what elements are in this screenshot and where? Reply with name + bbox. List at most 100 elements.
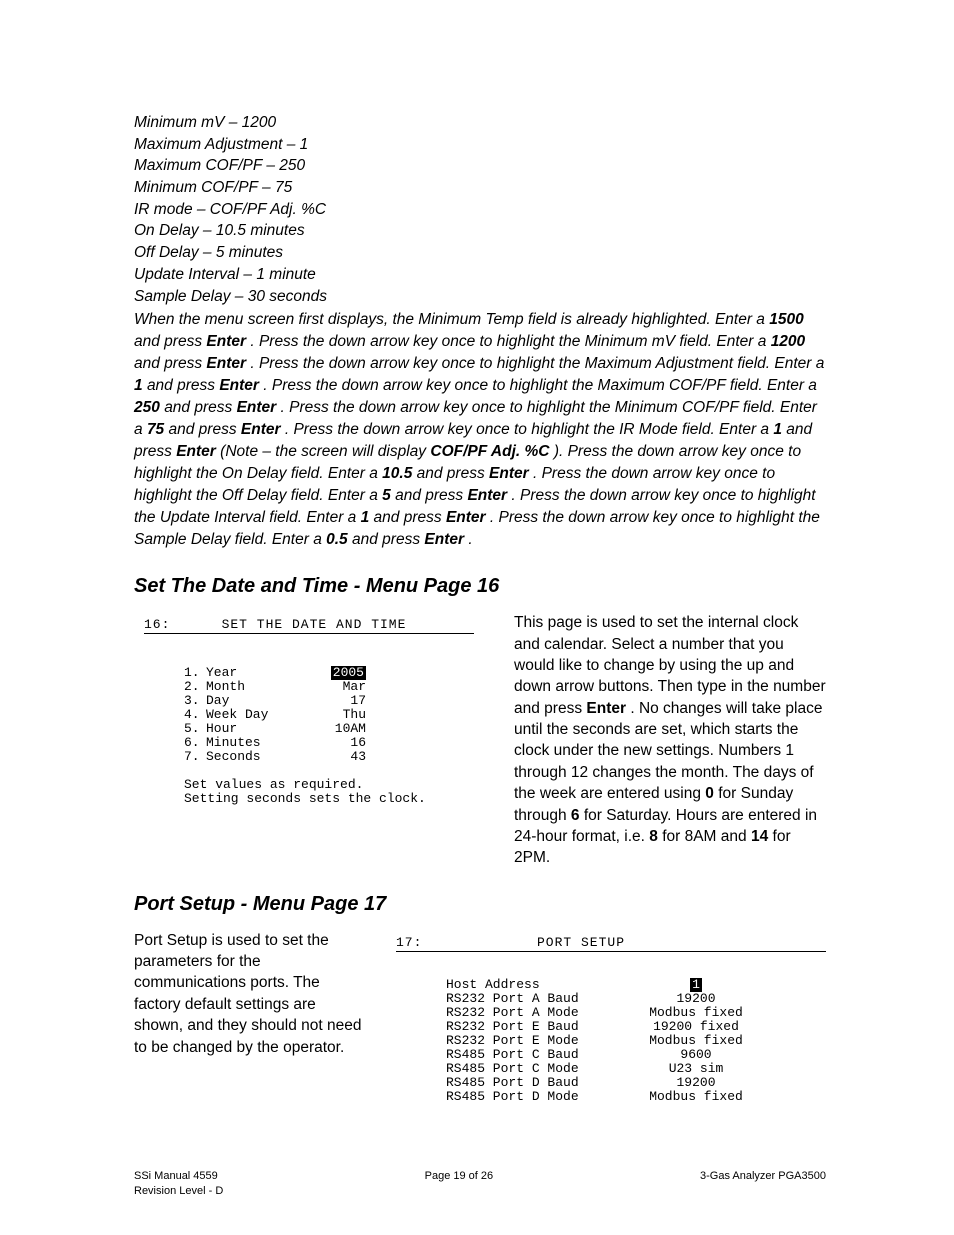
port-setup-row: Port Setup is used to set the parameters… — [134, 930, 826, 1104]
screen-body: 1.Year20052.MonthMar3.Day174.Week DayThu… — [144, 666, 474, 764]
date-time-description: This page is used to set the internal cl… — [514, 612, 826, 869]
row-label: Host Address — [446, 978, 636, 992]
row-label: RS485 Port C Baud — [446, 1048, 636, 1062]
value: 1 — [361, 509, 370, 526]
page: Minimum mV – 1200Maximum Adjustment – 1M… — [0, 0, 954, 1235]
row-value: Modbus fixed — [636, 1090, 756, 1104]
footer-revision: Revision Level - D — [134, 1184, 826, 1199]
text: and press — [164, 399, 236, 416]
row-label: Week Day — [206, 708, 311, 722]
instructions-paragraph: When the menu screen first displays, the… — [134, 309, 826, 551]
text: and press — [147, 377, 219, 394]
value: 250 — [134, 399, 160, 416]
screen-number: 16: — [144, 618, 194, 632]
bold: 14 — [751, 828, 768, 845]
screen-row: 7.Seconds43 — [184, 750, 474, 764]
screen-title: 17: PORT SETUP — [396, 936, 826, 952]
setting-line: Minimum COF/PF – 75 — [134, 177, 826, 199]
bold: Enter — [586, 700, 626, 717]
row-value: 10AM — [311, 722, 366, 736]
row-label: Day — [206, 694, 311, 708]
row-value: Thu — [311, 708, 366, 722]
screen-foot-line: Setting seconds sets the clock. — [184, 792, 474, 806]
value: COF/PF Adj. %C — [430, 443, 549, 460]
setting-line: Maximum Adjustment – 1 — [134, 134, 826, 156]
enter-key: Enter — [206, 355, 246, 372]
screen-row: 5.Hour10AM — [184, 722, 474, 736]
screen-row: RS232 Port A ModeModbus fixed — [446, 1006, 826, 1020]
row-number: 3. — [184, 694, 206, 708]
value: 1 — [773, 421, 782, 438]
text: and press — [374, 509, 446, 526]
setting-line: Off Delay – 5 minutes — [134, 242, 826, 264]
date-time-row: 16: SET THE DATE AND TIME 1.Year20052.Mo… — [134, 612, 826, 869]
row-number: 1. — [184, 666, 206, 680]
screen-row: 2.MonthMar — [184, 680, 474, 694]
row-label: RS232 Port E Mode — [446, 1034, 636, 1048]
row-label: Hour — [206, 722, 311, 736]
enter-key: Enter — [206, 333, 246, 350]
value: 1 — [134, 377, 143, 394]
row-value: 9600 — [636, 1048, 756, 1062]
screen-footer: Set values as required. Setting seconds … — [144, 778, 474, 806]
enter-key: Enter — [446, 509, 486, 526]
screen-row: RS485 Port D ModeModbus fixed — [446, 1090, 826, 1104]
row-value: 2005 — [311, 666, 366, 680]
value: 5 — [382, 487, 391, 504]
row-value: 17 — [311, 694, 366, 708]
row-value: 19200 — [636, 1076, 756, 1090]
screen-number: 17: — [396, 936, 456, 950]
setting-line: Update Interval – 1 minute — [134, 264, 826, 286]
screen-caption: SET THE DATE AND TIME — [194, 618, 474, 632]
screen-foot-line: Set values as required. — [184, 778, 474, 792]
port-setup-screen: 17: PORT SETUP Host Address 1 RS232 Port… — [396, 930, 826, 1104]
screen-row: RS232 Port E ModeModbus fixed — [446, 1034, 826, 1048]
text: and press — [417, 465, 489, 482]
text: (Note – the screen will display — [220, 443, 430, 460]
row-value: 19200 fixed — [636, 1020, 756, 1034]
screen-row: 4.Week DayThu — [184, 708, 474, 722]
enter-key: Enter — [467, 487, 507, 504]
enter-key: Enter — [219, 377, 259, 394]
screen-row: RS485 Port C ModeU23 sim — [446, 1062, 826, 1076]
value: 75 — [147, 421, 164, 438]
row-number: 6. — [184, 736, 206, 750]
row-value: 19200 — [636, 992, 756, 1006]
row-label: Year — [206, 666, 311, 680]
screen-caption: PORT SETUP — [456, 936, 826, 950]
row-label: RS485 Port C Mode — [446, 1062, 636, 1076]
row-label: Month — [206, 680, 311, 694]
row-value: 1 — [636, 978, 756, 992]
port-setup-description: Port Setup is used to set the parameters… — [134, 930, 366, 1058]
row-number: 4. — [184, 708, 206, 722]
text: and press — [134, 355, 206, 372]
screen-row: Host Address 1 — [446, 978, 826, 992]
row-label: RS232 Port E Baud — [446, 1020, 636, 1034]
settings-list: Minimum mV – 1200Maximum Adjustment – 1M… — [134, 112, 826, 307]
date-time-screen: 16: SET THE DATE AND TIME 1.Year20052.Mo… — [134, 612, 484, 816]
screen-row: RS485 Port C Baud9600 — [446, 1048, 826, 1062]
row-value: 43 — [311, 750, 366, 764]
row-value: Modbus fixed — [636, 1034, 756, 1048]
bold: 6 — [571, 807, 580, 824]
screen-row: RS232 Port A Baud19200 — [446, 992, 826, 1006]
page-footer: SSi Manual 4559 Page 19 of 26 3-Gas Anal… — [134, 1169, 826, 1199]
screen-title: 16: SET THE DATE AND TIME — [144, 618, 474, 634]
screen-row: 3.Day17 — [184, 694, 474, 708]
screen-body: Host Address 1 RS232 Port A Baud19200RS2… — [396, 978, 826, 1104]
text: . Press the down arrow key once to highl… — [285, 421, 774, 438]
screen-row: RS232 Port E Baud19200 fixed — [446, 1020, 826, 1034]
value: 10.5 — [382, 465, 412, 482]
row-value: 16 — [311, 736, 366, 750]
row-value: U23 sim — [636, 1062, 756, 1076]
row-label: RS485 Port D Mode — [446, 1090, 636, 1104]
enter-key: Enter — [489, 465, 529, 482]
value: 1500 — [769, 311, 803, 328]
screen-row: 1.Year2005 — [184, 666, 474, 680]
setting-line: IR mode – COF/PF Adj. %C — [134, 199, 826, 221]
enter-key: Enter — [424, 531, 464, 548]
screen-row: 6.Minutes16 — [184, 736, 474, 750]
row-number: 7. — [184, 750, 206, 764]
bold: 0 — [705, 785, 714, 802]
enter-key: Enter — [237, 399, 277, 416]
